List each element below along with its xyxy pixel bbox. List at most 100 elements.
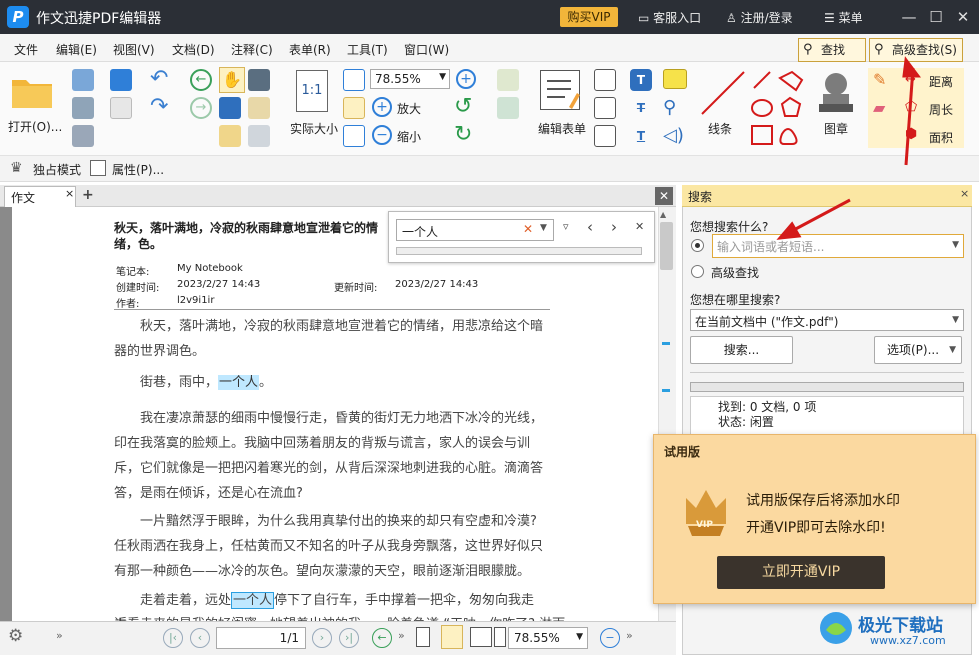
search-query-input[interactable]: 输入词语或者短语... ▼ [712, 234, 964, 258]
perimeter-button[interactable]: 周长 [929, 101, 953, 118]
fit-width-icon[interactable] [343, 97, 365, 119]
zoom-in-circle-icon[interactable]: + [372, 97, 392, 117]
print-icon[interactable] [72, 97, 94, 119]
snapshot-icon[interactable] [248, 69, 270, 91]
close-document-icon[interactable]: ✕ [655, 187, 673, 205]
rotate-left-icon[interactable]: ↺ [454, 94, 472, 119]
zoom-select[interactable]: 78.55% ▼ [370, 69, 450, 89]
edit-form-icon[interactable] [540, 70, 580, 110]
area-icon[interactable]: ⬢ [905, 126, 917, 142]
cloud-icon[interactable] [110, 69, 132, 91]
buy-vip-button[interactable]: 购买VIP [560, 7, 618, 27]
distance-icon[interactable]: ↔ [905, 72, 916, 87]
zoom-in-icon[interactable]: + [456, 69, 476, 89]
search-scope-select[interactable]: 在当前文档中 ("作文.pdf") ▼ [690, 309, 964, 331]
close-find-icon[interactable]: ✕ [635, 220, 644, 233]
last-page-icon[interactable]: ›| [339, 628, 359, 648]
text-box-icon[interactable] [594, 97, 616, 119]
area-button[interactable]: 面积 [929, 129, 953, 146]
rotate-right-icon[interactable]: ↻ [454, 122, 472, 147]
two-page-icon[interactable] [470, 627, 492, 647]
menu-tools[interactable]: 工具(T) [347, 41, 388, 58]
callout-icon[interactable] [594, 125, 616, 147]
clear-icon[interactable]: ✕ [523, 222, 533, 236]
form-text-icon[interactable] [497, 69, 519, 91]
minimize-icon[interactable]: — [898, 6, 920, 28]
maximize-icon[interactable]: ☐ [925, 6, 947, 28]
save-icon[interactable] [72, 69, 94, 91]
sound-icon[interactable]: ◁) [663, 125, 684, 146]
stamp-button[interactable]: 图章 [824, 120, 848, 137]
menu-view[interactable]: 视图(V) [113, 41, 155, 58]
menu-file[interactable]: 文件 [14, 41, 38, 58]
fit-visible-icon[interactable] [343, 125, 365, 147]
underline-icon[interactable]: T [630, 125, 652, 147]
chevron-down-icon[interactable]: ▼ [540, 223, 547, 233]
distance-button[interactable]: 距离 [929, 73, 953, 90]
history-chevron-icon[interactable]: » [398, 629, 405, 642]
main-menu-button[interactable]: ☰ 菜单 [824, 9, 863, 26]
export-icon[interactable] [72, 125, 94, 147]
find-button[interactable]: ⚲查找(F) [798, 38, 866, 79]
search-button[interactable]: 搜索... [690, 336, 793, 364]
new-document-icon[interactable] [110, 97, 132, 119]
single-page-icon[interactable] [416, 627, 430, 647]
login-button[interactable]: ♙ 注册/登录 [726, 9, 793, 26]
redo-icon[interactable]: ↷ [150, 94, 168, 119]
hand-tool-icon[interactable]: ✋ [219, 67, 245, 93]
status-zoom-out-icon[interactable]: − [600, 628, 620, 648]
note-icon[interactable] [663, 69, 687, 89]
form-field-icon[interactable] [497, 97, 519, 119]
strikeout-icon[interactable]: T [630, 97, 652, 119]
scroll-up-icon[interactable]: ▲ [660, 210, 666, 219]
text-field-icon[interactable] [594, 69, 616, 91]
undo-icon[interactable]: ↶ [150, 66, 168, 91]
menu-window[interactable]: 窗口(W) [404, 41, 449, 58]
tab-document[interactable]: 作文 × [4, 186, 76, 207]
actual-size-button[interactable]: 实际大小 [290, 120, 338, 137]
open-button[interactable]: 打开(O)... [8, 118, 62, 135]
edit-form-button[interactable]: 编辑表单 [538, 120, 586, 137]
activate-vip-button[interactable]: 立即开通VIP [717, 556, 885, 589]
expand-icon[interactable]: » [56, 629, 63, 642]
back-icon[interactable]: ← [190, 69, 212, 91]
paste-icon[interactable] [248, 97, 270, 119]
options-button[interactable]: 选项(P)... ▼ [874, 336, 962, 364]
next-result-icon[interactable]: › [611, 218, 617, 236]
customer-service-button[interactable]: ▭ 客服入口 [638, 9, 701, 26]
panel-close-icon[interactable]: × [960, 187, 969, 200]
quick-find-input[interactable]: 一个人 ✕ ▼ [396, 219, 554, 241]
exclusive-mode-button[interactable]: 独占模式 [33, 161, 81, 178]
scrollbar-thumb[interactable] [660, 222, 673, 270]
zoom-chevron-icon[interactable]: » [626, 629, 633, 642]
menu-form[interactable]: 表单(R) [289, 41, 331, 58]
properties-button[interactable]: 属性(P)... [112, 161, 164, 178]
zoom-out-button[interactable]: 缩小 [397, 128, 421, 145]
forward-icon[interactable]: → [190, 97, 212, 119]
current-search-highlight[interactable]: 一个人 [231, 592, 275, 609]
continuous-page-icon[interactable] [441, 625, 463, 649]
menu-comment[interactable]: 注释(C) [231, 41, 273, 58]
eraser-icon[interactable]: ▰ [873, 98, 885, 117]
zoom-out-icon[interactable]: − [372, 125, 392, 145]
select-text-icon[interactable] [219, 97, 241, 119]
open-folder-icon[interactable] [10, 72, 56, 110]
actual-size-icon[interactable]: 1:1 [296, 70, 328, 112]
advanced-search-radio[interactable] [691, 265, 704, 278]
attachment-icon[interactable]: ⚲ [663, 97, 676, 118]
line-button[interactable]: 线条 [708, 120, 732, 137]
stamp-icon[interactable] [815, 70, 857, 116]
next-page-icon[interactable]: › [312, 628, 332, 648]
menu-document[interactable]: 文档(D) [172, 41, 215, 58]
page-number-field[interactable]: 1/1 [216, 627, 306, 649]
pencil-icon[interactable]: ✎ [873, 70, 886, 89]
advanced-find-button[interactable]: ⚲ 高级查找(S) [869, 38, 963, 62]
previous-page-icon[interactable]: ‹ [190, 628, 210, 648]
menu-edit[interactable]: 编辑(E) [56, 41, 97, 58]
search-highlight[interactable]: 一个人 [218, 375, 260, 390]
zoom-in-button[interactable]: 放大 [397, 100, 421, 117]
close-icon[interactable]: ✕ [952, 6, 974, 28]
options-chevron-icon[interactable]: ▿ [563, 220, 569, 233]
go-back-icon[interactable]: ← [372, 628, 392, 648]
basic-search-radio[interactable] [691, 239, 704, 252]
